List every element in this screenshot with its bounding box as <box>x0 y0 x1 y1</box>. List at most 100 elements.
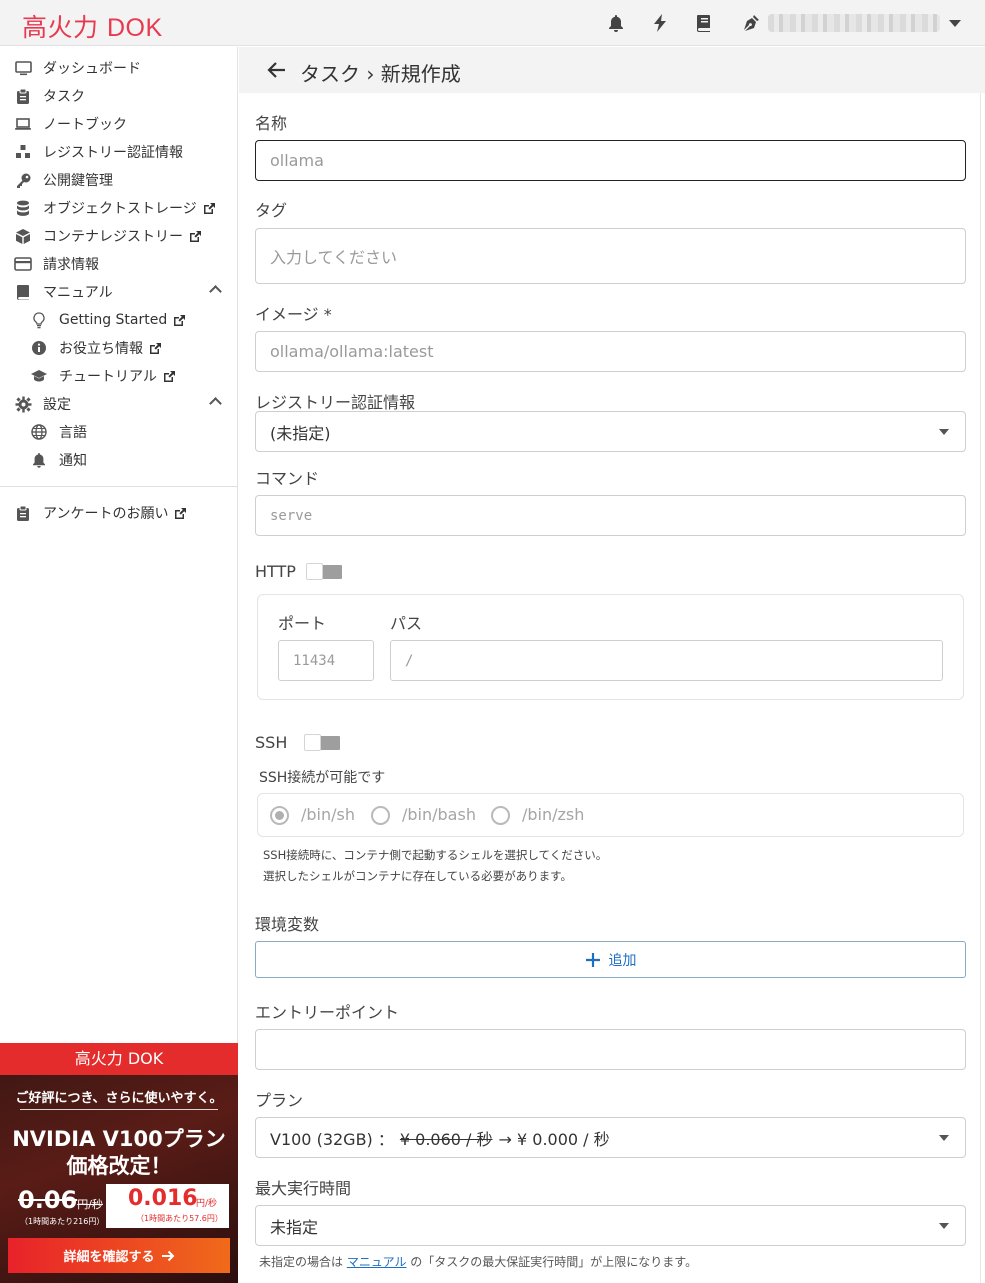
old-price-unit: 円/秒 <box>77 1198 103 1211</box>
box-icon <box>14 227 32 245</box>
add-label: 追加 <box>608 952 637 969</box>
sidebar-item-label-wrap: オブジェクトストレージ <box>43 198 216 218</box>
sidebar-item-object-storage[interactable]: オブジェクトストレージ <box>0 194 238 222</box>
external-link-icon <box>163 370 175 382</box>
radio-bash[interactable] <box>371 806 390 825</box>
name-input[interactable]: ollama <box>255 140 966 181</box>
back-arrow-icon[interactable] <box>267 61 287 79</box>
caret-down-icon <box>939 428 949 435</box>
promo-old-price: 0.06円/秒 （1時間あたり216円） <box>18 1186 104 1226</box>
caret-down-icon[interactable] <box>949 20 961 27</box>
sidebar-item-label-wrap: アンケートのお願い <box>43 503 187 523</box>
add-env-button[interactable]: 追加 <box>255 941 966 978</box>
new-price-note: （1時間あたり57.6円） <box>136 1214 223 1223</box>
port-placeholder: 11434 <box>293 652 336 669</box>
caret-down-icon <box>939 1134 949 1141</box>
promo-title-2: 価格改定！ <box>66 1154 172 1178</box>
plan-select[interactable]: V100 (32GB) ： ¥ 0.060 / 秒 → ¥ 0.000 / 秒 <box>255 1117 966 1158</box>
sidebar-item-public-keys[interactable]: 公開鍵管理 <box>0 166 238 194</box>
path-label: パス <box>390 614 423 633</box>
entrypoint-input[interactable] <box>255 1029 966 1070</box>
bolt-icon[interactable] <box>649 12 671 34</box>
maxtime-select[interactable]: 未指定 <box>255 1205 966 1246</box>
promo-banner[interactable]: 高火力 DOK ご好評につき、さらに使いやすく。 NVIDIA V100プラン … <box>0 1043 238 1283</box>
sidebar-item-tasks[interactable]: タスク <box>0 82 238 110</box>
http-toggle[interactable] <box>306 563 342 580</box>
chevron-up-icon[interactable] <box>209 285 222 298</box>
clipboard-icon <box>14 504 32 522</box>
toggle-thumb <box>304 734 321 751</box>
sidebar-item-label: マニュアル <box>43 285 113 301</box>
manual-link[interactable]: マニュアル <box>347 1255 407 1269</box>
graduation-cap-icon <box>30 367 48 385</box>
new-price-value: 0.016 <box>128 1186 198 1211</box>
http-settings-panel: ポート 11434 パス / <box>257 594 964 700</box>
sidebar-item-language[interactable]: 言語 <box>0 418 238 446</box>
content-border <box>980 93 981 1283</box>
gear-icon <box>14 395 32 413</box>
arrow-right-icon <box>161 1250 174 1261</box>
image-input[interactable]: ollama/ollama:latest <box>255 331 966 372</box>
sidebar-item-getting-started[interactable]: Getting Started <box>0 306 238 334</box>
registry-select[interactable]: (未指定) <box>255 411 966 452</box>
ssh-sub-label: SSH接続が可能です <box>259 770 386 786</box>
sidebar-item-survey[interactable]: アンケートのお願い <box>0 499 238 527</box>
plan-label: プラン <box>255 1091 304 1110</box>
promo-details-button[interactable]: 詳細を確認する <box>8 1238 230 1273</box>
sidebar-item-dashboard[interactable]: ダッシュボード <box>0 54 238 82</box>
command-input[interactable]: serve <box>255 495 966 536</box>
env-label: 環境変数 <box>255 915 320 934</box>
plus-icon <box>585 952 600 967</box>
port-label: ポート <box>278 614 327 633</box>
app-logo[interactable]: 高火力 DOK <box>22 8 163 44</box>
sidebar-item-notebooks[interactable]: ノートブック <box>0 110 238 138</box>
book-icon <box>14 283 32 301</box>
maxtime-note-post: の「タスクの最大保証実行時間」が上限になります。 <box>406 1255 698 1269</box>
chevron-up-icon[interactable] <box>209 397 222 410</box>
entrypoint-label: エントリーポイント <box>255 1003 400 1022</box>
ssh-label: SSH <box>255 733 288 752</box>
sidebar-item-tutorial[interactable]: チュートリアル <box>0 362 238 390</box>
monitor-icon <box>14 59 32 77</box>
sidebar-item-container-registry[interactable]: コンテナレジストリー <box>0 222 238 250</box>
pen-nib-icon[interactable] <box>740 12 762 34</box>
tag-input[interactable]: 入力してください <box>255 228 966 284</box>
maxtime-note: 未指定の場合は マニュアル の「タスクの最大保証実行時間」が上限になります。 <box>259 1253 697 1270</box>
book-icon[interactable] <box>693 12 715 34</box>
logo-kanji: 高火力 <box>22 13 99 42</box>
bell-icon[interactable] <box>605 12 627 34</box>
radio-sh-label: /bin/sh <box>301 805 355 824</box>
database-icon <box>14 199 32 217</box>
laptop-icon <box>14 115 32 133</box>
radio-zsh[interactable] <box>491 806 510 825</box>
sidebar-item-label: 言語 <box>59 425 87 441</box>
sidebar-item-label: Getting Started <box>59 312 168 328</box>
external-link-icon <box>190 230 201 242</box>
sidebar-item-registry-credentials[interactable]: レジストリー認証情報 <box>0 138 238 166</box>
user-name[interactable] <box>768 14 940 32</box>
sidebar-item-label: レジストリー認証情報 <box>43 145 183 161</box>
sidebar-item-label: コンテナレジストリー <box>43 229 183 245</box>
plan-name: V100 (32GB) ： <box>270 1129 394 1149</box>
sidebar-item-label: タスク <box>43 89 85 105</box>
sidebar-item-notifications[interactable]: 通知 <box>0 446 238 474</box>
sidebar-item-manual[interactable]: マニュアル <box>0 278 238 306</box>
image-placeholder: ollama/ollama:latest <box>270 342 434 361</box>
name-label: 名称 <box>255 114 288 133</box>
sidebar-item-label: 公開鍵管理 <box>43 173 113 189</box>
sidebar-item-label: オブジェクトストレージ <box>43 201 197 217</box>
radio-sh[interactable] <box>270 806 289 825</box>
image-label: イメージ * <box>255 305 332 324</box>
sidebar-item-label: ノートブック <box>43 117 127 133</box>
bell-icon <box>30 451 48 469</box>
radio-bash-label: /bin/bash <box>402 805 476 824</box>
promo-tagline: ご好評につき、さらに使いやすく。 <box>15 1091 223 1106</box>
path-input[interactable]: / <box>390 640 943 681</box>
ssh-toggle[interactable] <box>304 734 340 751</box>
port-input[interactable]: 11434 <box>278 640 374 681</box>
sidebar-item-billing[interactable]: 請求情報 <box>0 250 238 278</box>
key-icon <box>14 171 32 189</box>
sidebar-item-label-wrap: お役立ち情報 <box>59 338 162 358</box>
sidebar-item-settings[interactable]: 設定 <box>0 390 238 418</box>
sidebar-item-useful-info[interactable]: お役立ち情報 <box>0 334 238 362</box>
